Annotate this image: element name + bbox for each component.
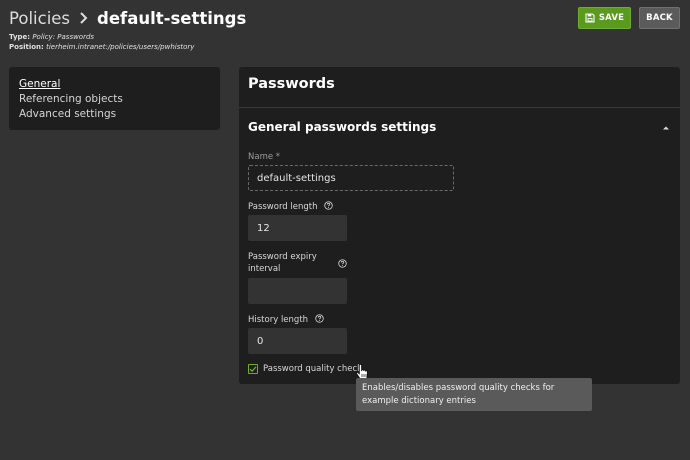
position-label: Position:	[9, 43, 44, 51]
password-length-label-text: Password length	[248, 202, 318, 212]
quality-check-tooltip: Enables/disables password quality checks…	[356, 378, 592, 411]
expiry-interval-label-line1: Password expiry	[248, 252, 317, 262]
meta-type: Type: Policy: Passwords	[9, 32, 246, 42]
save-button[interactable]: SAVE	[578, 7, 631, 29]
password-length-input[interactable]: 12	[248, 215, 347, 241]
expiry-interval-label: Password expiry interval	[248, 251, 317, 275]
password-quality-check-label[interactable]: Password quality check	[263, 364, 362, 374]
help-circle-icon[interactable]	[315, 314, 324, 323]
panel-title: Passwords	[248, 76, 335, 92]
type-value: Policy: Passwords	[32, 33, 95, 41]
back-button[interactable]: BACK	[639, 7, 680, 29]
password-length-label: Password length	[248, 201, 333, 213]
history-length-input[interactable]: 0	[248, 328, 347, 354]
chevron-up-icon[interactable]	[661, 123, 671, 133]
nav-item-advanced-settings[interactable]: Advanced settings	[19, 107, 210, 122]
history-length-label-text: History length	[248, 315, 309, 325]
position-value: tierheim.intranet:/policies/users/pwhist…	[46, 43, 195, 51]
page-title: default-settings	[97, 8, 247, 28]
type-label: Type:	[9, 33, 31, 41]
help-circle-icon[interactable]	[324, 201, 333, 210]
floppy-disk-icon	[585, 13, 595, 23]
nav-item-referencing-objects[interactable]: Referencing objects	[19, 92, 210, 107]
history-length-label: History length	[248, 314, 324, 326]
nav-item-general[interactable]: General	[19, 77, 210, 92]
expiry-interval-input[interactable]	[248, 278, 347, 304]
checkmark-icon	[249, 366, 257, 373]
title-row: Policies default-settings	[9, 7, 246, 29]
name-label: Name *	[248, 152, 281, 162]
help-circle-icon[interactable]	[338, 259, 347, 268]
section-title: General passwords settings	[248, 120, 437, 134]
name-field[interactable]: default-settings	[248, 165, 454, 191]
meta-position: Position: tierheim.intranet:/policies/us…	[9, 42, 246, 52]
side-navigation: General Referencing objects Advanced set…	[9, 67, 220, 130]
save-button-label: SAVE	[598, 13, 625, 23]
chevron-right-icon	[80, 12, 88, 24]
breadcrumb-policies[interactable]: Policies	[9, 9, 70, 28]
password-quality-check-row[interactable]: Password quality check	[248, 364, 362, 374]
password-quality-checkbox[interactable]	[248, 364, 258, 374]
panel-divider	[239, 107, 680, 108]
expiry-interval-label-line2: interval	[248, 264, 281, 274]
passwords-panel: Passwords General passwords settings Nam…	[239, 67, 680, 384]
page-header: Policies default-settings Type: Policy: …	[9, 7, 246, 52]
